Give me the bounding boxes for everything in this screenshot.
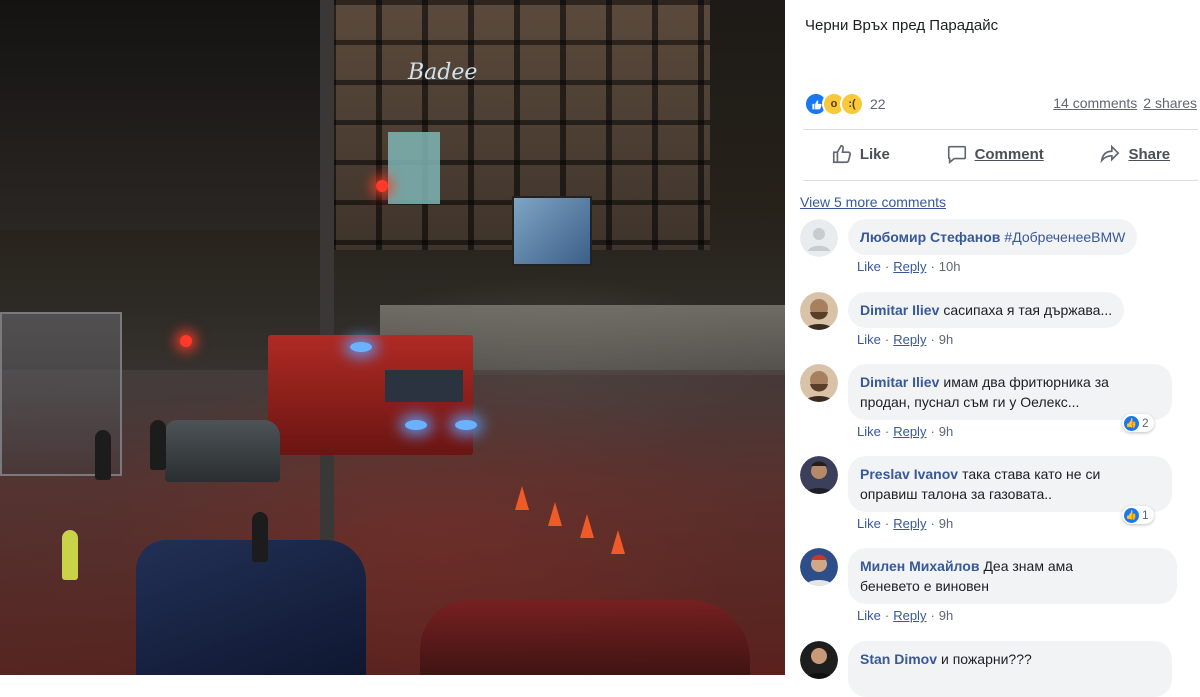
comment-like-link[interactable]: Like — [857, 516, 881, 531]
divider — [803, 129, 1198, 130]
avatar[interactable] — [800, 641, 838, 679]
share-label: Share — [1128, 145, 1171, 163]
divider — [803, 180, 1198, 181]
comment-likes-count: 2 — [1142, 416, 1149, 430]
like-button[interactable]: Like — [831, 143, 890, 165]
comment-reply-link[interactable]: Reply — [893, 332, 926, 347]
comment-author[interactable]: Preslav Ivanov — [860, 466, 958, 482]
thumbs-up-icon — [832, 144, 851, 164]
comment-text: Деа знам ама — [983, 558, 1074, 574]
photo-car-grey — [165, 420, 280, 482]
comment-text: така става като не си — [962, 466, 1101, 482]
comment-bubble: Preslav Ivanov така става като не си опра… — [848, 456, 1172, 512]
comment-text: сасипаха я тая държава... — [943, 302, 1113, 318]
reaction-summary[interactable]: o :( 22 — [804, 92, 886, 116]
photo-cone — [611, 530, 625, 554]
photo-sign — [388, 132, 440, 204]
comment-reply-link[interactable]: Reply — [893, 608, 926, 623]
comment-text: и пожарни??? — [941, 651, 1032, 667]
photo-blue-light — [350, 342, 372, 352]
comment-text-line2: оправиш талона за газовата.. — [860, 486, 1053, 502]
comment-bubble: Любомир Стефанов #ДобреченееBMW — [848, 219, 1138, 255]
post-caption: Черни Връх пред Парадайс — [805, 17, 999, 34]
comment-like-link[interactable]: Like — [857, 608, 881, 623]
photo-blue-light — [455, 420, 477, 430]
comment-like-link[interactable]: Like — [857, 332, 881, 347]
comment-time[interactable]: 9h — [939, 608, 953, 623]
photo-car-blue — [136, 540, 366, 675]
post-panel: Черни Връх пред Парадайс o :( 22 14 comm… — [785, 0, 1200, 697]
comment-meta: Like · Reply · 9h — [857, 608, 954, 623]
photo-person — [252, 512, 268, 562]
comment-author[interactable]: Милен Михайлов — [860, 558, 979, 574]
reaction-count: 22 — [870, 96, 886, 112]
comment-bubble: Милен Михайлов Деа знам ама беневето е ви… — [848, 548, 1177, 604]
shares-count-link[interactable]: 2 shares — [1143, 95, 1197, 111]
comment-reply-link[interactable]: Reply — [893, 259, 926, 274]
avatar[interactable] — [800, 364, 838, 402]
photo-blue-light — [405, 420, 427, 430]
comment-author[interactable]: Stan Dimov — [860, 651, 937, 667]
photo-person — [95, 430, 111, 480]
sad-reaction-icon: :( — [840, 92, 864, 116]
photo-person — [62, 530, 78, 580]
comment-bubble: Dimitar Iliev сасипаха я тая държава... — [848, 292, 1125, 328]
share-icon — [1100, 144, 1120, 164]
comment-text: имам два фритюрника за — [943, 374, 1109, 390]
comment-author[interactable]: Dimitar Iliev — [860, 302, 939, 318]
post-photo[interactable]: Badee — [0, 0, 785, 675]
post-stats: 14 comments 2 shares — [1053, 95, 1197, 111]
avatar[interactable] — [800, 292, 838, 330]
like-label: Like — [859, 145, 890, 163]
comment-icon — [947, 145, 966, 164]
comment-bubble: Dimitar Iliev имам два фритюрника за прод… — [848, 364, 1172, 420]
comment-reaction-count[interactable]: 👍 1 — [1122, 506, 1154, 524]
comment-author[interactable]: Любомир Стефанов — [860, 229, 1000, 245]
comment-like-link[interactable]: Like — [857, 424, 881, 439]
comment-text: #ДобреченееBMW — [1004, 229, 1126, 245]
photo-truck-window — [385, 370, 463, 402]
comment-author[interactable]: Dimitar Iliev — [860, 374, 939, 390]
comments-count-link[interactable]: 14 comments — [1053, 95, 1137, 111]
avatar[interactable] — [800, 219, 838, 257]
comment-time[interactable]: 9h — [939, 424, 953, 439]
comment-text-line2: продан, пуснал съм ги у Оелекс... — [860, 394, 1080, 410]
photo-brand-sign: Badee — [408, 60, 478, 85]
photo-cone — [580, 514, 594, 538]
comment-button[interactable]: Comment — [946, 143, 1044, 165]
avatar[interactable] — [800, 456, 838, 494]
comment-time[interactable]: 10h — [939, 259, 961, 274]
photo-traffic-light — [376, 180, 388, 192]
share-button[interactable]: Share — [1099, 143, 1170, 165]
photo-person — [150, 420, 166, 470]
comment-bubble: Stan Dimov и пожарни??? — [848, 641, 1172, 697]
comment-time[interactable]: 9h — [939, 332, 953, 347]
like-reaction-icon: 👍 — [1124, 415, 1139, 431]
photo-car-red — [420, 600, 750, 675]
comment-reaction-count[interactable]: 👍 2 — [1122, 414, 1154, 432]
comment-text-line2: беневето е виновен — [860, 578, 989, 594]
photo-billboard — [512, 196, 592, 266]
photo-traffic-light — [180, 335, 192, 347]
comment-meta: Like · Reply · 10h — [857, 259, 961, 274]
comment-time[interactable]: 9h — [939, 516, 953, 531]
photo-cone — [548, 502, 562, 526]
comment-like-link[interactable]: Like — [857, 259, 881, 274]
avatar[interactable] — [800, 548, 838, 586]
comment-likes-count: 1 — [1142, 508, 1149, 522]
post-actions: Like Comment Share — [803, 140, 1198, 168]
comment-label: Comment — [974, 145, 1044, 163]
photo-building-left — [0, 0, 330, 230]
like-reaction-icon: 👍 — [1124, 507, 1139, 523]
comment-reply-link[interactable]: Reply — [893, 424, 926, 439]
comment-meta: Like · Reply · 9h — [857, 516, 954, 531]
comment-reply-link[interactable]: Reply — [893, 516, 926, 531]
comment-meta: Like · Reply · 9h — [857, 424, 954, 439]
comment-meta: Like · Reply · 9h — [857, 332, 954, 347]
view-more-comments-link[interactable]: View 5 more comments — [800, 194, 946, 210]
photo-cone — [515, 486, 529, 510]
